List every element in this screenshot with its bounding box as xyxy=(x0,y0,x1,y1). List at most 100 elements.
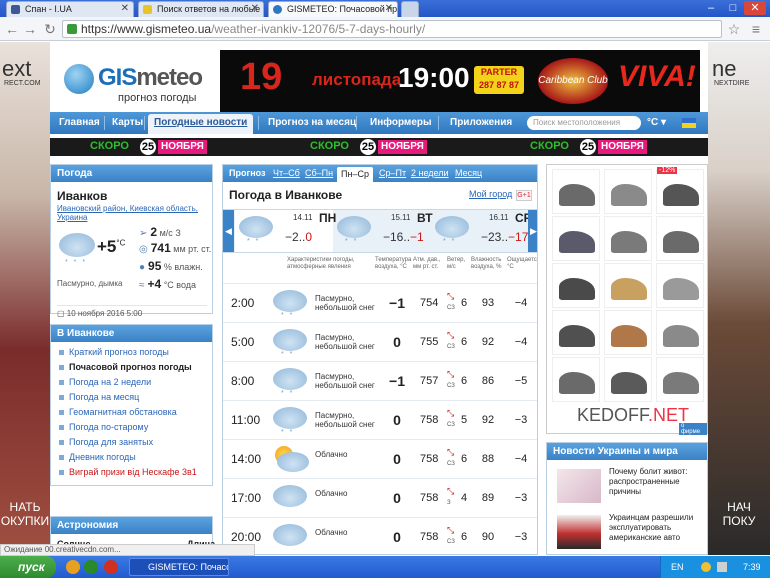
row-wind: 6 xyxy=(461,453,468,465)
table-row: 14:00 Облачно 0 758 ⤡ СЗ 6 88 −4 xyxy=(223,439,537,478)
tab-two-weeks[interactable]: 2 недели xyxy=(411,165,449,182)
cloud-icon xyxy=(273,524,307,546)
menu-divider xyxy=(356,116,357,130)
link-nescafe-promo[interactable]: Виграй призи від Нескафе 3в1 xyxy=(57,467,197,477)
facebook-icon xyxy=(11,5,20,14)
close-icon[interactable]: ✕ xyxy=(385,2,393,16)
next-days-arrow[interactable]: ▶ xyxy=(528,210,537,252)
back-icon[interactable]: ← xyxy=(4,21,20,37)
shoe-product[interactable] xyxy=(552,216,600,261)
shoe-product[interactable] xyxy=(604,169,652,214)
link-two-weeks[interactable]: Погода на 2 недели xyxy=(57,377,151,387)
close-icon[interactable]: ✕ xyxy=(251,2,259,16)
news-item[interactable]: Украинцам разрешили эксплуатировать амер… xyxy=(547,513,707,553)
shoe-product[interactable] xyxy=(604,216,652,261)
chrome-icon[interactable] xyxy=(84,560,98,574)
shoe-product[interactable] xyxy=(604,357,652,402)
link-diary[interactable]: Дневник погоды xyxy=(57,452,136,462)
region-link[interactable]: Ивановский район, Киевская область, Укра… xyxy=(57,204,207,222)
tab-forecast[interactable]: Прогноз xyxy=(229,165,266,182)
menu-home[interactable]: Главная xyxy=(59,112,100,134)
row-desc: Пасмурно, небольшой снег xyxy=(315,294,375,312)
shoe-product[interactable] xyxy=(552,169,600,214)
day-card[interactable]: * * 14.11 ПН −2..0 xyxy=(235,210,336,252)
link-old-style[interactable]: Погода по-старому xyxy=(57,422,148,432)
taskbar-window-gismeteo[interactable]: GISMETEO: Почасов... xyxy=(129,558,229,576)
tab-iua[interactable]: Спан - I.UA ✕ xyxy=(6,1,134,17)
right-side-ad[interactable]: ne NEXTDIRE НАЧ ПОКУ xyxy=(708,42,770,555)
menu-informers[interactable]: Информеры xyxy=(370,112,432,134)
menu-weather-news[interactable]: Погодные новости xyxy=(148,114,254,134)
shoe-product[interactable] xyxy=(604,263,652,308)
google-plus-button[interactable]: G+1 xyxy=(516,190,532,201)
close-window-button[interactable]: ✕ xyxy=(744,1,766,15)
link-geomagnetic[interactable]: Геомагнитная обстановка xyxy=(57,407,177,417)
link-month[interactable]: Погода на месяц xyxy=(57,392,139,402)
prev-days-arrow[interactable]: ◀ xyxy=(223,210,234,252)
day-card[interactable]: * * 15.11 ВТ −16..−1 xyxy=(333,210,433,252)
minimize-button[interactable]: – xyxy=(700,1,722,15)
row-desc: Пасмурно, небольшой снег xyxy=(315,333,375,351)
ukraine-flag-icon[interactable] xyxy=(682,118,696,128)
maximize-button[interactable]: □ xyxy=(722,1,744,15)
row-wind-dir: СЗ xyxy=(447,344,455,350)
banner-club-logo: Caribbean Club xyxy=(538,58,608,104)
link-busy[interactable]: Погода для занятых xyxy=(57,437,153,447)
news-item[interactable]: Почему болит живот: распространенные при… xyxy=(547,467,707,507)
shoe-product[interactable] xyxy=(656,263,704,308)
cloud-icon xyxy=(273,485,307,507)
star-icon[interactable]: ☆ xyxy=(726,21,742,37)
wind-arrow-icon: ⤡ xyxy=(447,525,455,535)
tray-icon[interactable] xyxy=(701,562,711,572)
opera-icon[interactable] xyxy=(104,560,118,574)
close-icon[interactable]: ✕ xyxy=(121,2,129,16)
forward-icon[interactable]: → xyxy=(22,21,38,37)
shoe-product[interactable] xyxy=(656,169,704,214)
shoe-product[interactable] xyxy=(656,357,704,402)
row-wind: 5 xyxy=(461,414,468,426)
tab-wed-fri[interactable]: Ср–Пт xyxy=(379,165,406,182)
menu-month-forecast[interactable]: Прогноз на месяц xyxy=(268,112,356,134)
shoe-product[interactable] xyxy=(604,310,652,355)
kedoff-ad[interactable]: -12% KEDOFF.NET о фирме xyxy=(546,164,708,435)
tab-search-answers[interactable]: Поиск ответов на любые в ✕ xyxy=(138,1,264,17)
shoe-product[interactable] xyxy=(656,216,704,261)
gismeteo-logo[interactable]: GISmeteo прогноз погоды xyxy=(58,60,208,106)
language-indicator[interactable]: EN xyxy=(671,556,684,578)
table-row: 8:00 * * Пасмурно, небольшой снег −1 757 ⤡ СЗ 6… xyxy=(223,361,537,400)
tab-mon-wed[interactable]: Пн–Ср xyxy=(337,167,373,182)
link-short-forecast[interactable]: Краткий прогноз погоды xyxy=(57,347,169,357)
my-city-link[interactable]: Мой город xyxy=(469,189,512,199)
top-banner-ad[interactable]: 19 листопада 19:00 PARTER 287 87 87 Cari… xyxy=(220,50,700,112)
tab-gismeteo[interactable]: GISMETEO: Почасовой прог ✕ xyxy=(268,1,398,17)
left-side-ad[interactable]: ext RECT.COM НАТЬ ОКУПКИ xyxy=(0,42,50,555)
unit-selector[interactable]: °C ▾ xyxy=(647,112,666,134)
shoe-product[interactable] xyxy=(552,310,600,355)
start-button[interactable]: пуск xyxy=(0,556,56,578)
row-humidity: 86 xyxy=(481,375,495,387)
volume-icon[interactable] xyxy=(717,562,727,572)
col-header-desc: Характеристики погоды, атмосферные явлен… xyxy=(287,257,355,270)
link-hourly-forecast[interactable]: Почасовой прогноз погоды xyxy=(57,362,192,372)
shoe-product[interactable] xyxy=(656,310,704,355)
day-card[interactable]: * * 16.11 СР −23..−17 xyxy=(431,210,532,252)
reload-icon[interactable]: ↻ xyxy=(42,21,58,37)
about-company-link[interactable]: о фирме xyxy=(679,423,707,435)
row-pressure: 758 xyxy=(420,492,439,504)
location-search-input[interactable]: Поиск местоположения xyxy=(527,116,641,130)
new-tab-button[interactable] xyxy=(401,1,419,17)
menu-icon[interactable]: ≡ xyxy=(748,21,764,37)
shoe-product[interactable] xyxy=(552,357,600,402)
tab-month[interactable]: Месяц xyxy=(455,165,482,182)
main-menu: Главная Карты Погодные новости Прогноз н… xyxy=(50,112,708,134)
menu-apps[interactable]: Приложения xyxy=(450,112,512,134)
quick-launch-icon[interactable] xyxy=(66,560,80,574)
menu-maps[interactable]: Карты xyxy=(112,112,143,134)
address-bar[interactable]: https://www.gismeteo.ua/weather-ivankiv-… xyxy=(62,20,722,38)
promo-strip[interactable]: СКОРО 25 НОЯБРЯ СКОРО 25 НОЯБРЯ СКОРО 25 НОЯБР… xyxy=(50,138,708,156)
tab-thu-sat[interactable]: Чт–Сб xyxy=(273,165,300,182)
gismeteo-icon xyxy=(273,5,282,14)
row-humidity: 92 xyxy=(481,336,495,348)
tab-sat-mon[interactable]: Сб–Пн xyxy=(305,165,333,182)
shoe-product[interactable] xyxy=(552,263,600,308)
